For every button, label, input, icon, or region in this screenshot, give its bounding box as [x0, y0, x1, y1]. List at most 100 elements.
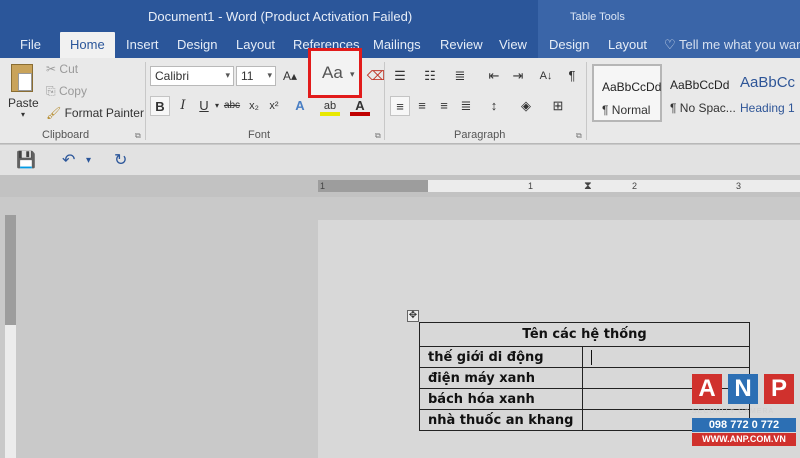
anp-letter: P: [764, 374, 794, 404]
copy-label: Copy: [58, 84, 87, 98]
highlight-button[interactable]: ab: [320, 96, 340, 116]
font-family-value: Calibri: [155, 69, 190, 83]
tab-table-design[interactable]: Design: [547, 32, 591, 58]
ribbon-tabs: File Home Insert Design Layout Reference…: [0, 32, 800, 58]
table-tools-label: Table Tools: [570, 11, 625, 23]
paintbrush-icon: 🖌: [46, 106, 62, 120]
vertical-ruler-text-area: [5, 325, 16, 458]
ruler-text-area: [428, 180, 800, 192]
superscript-button[interactable]: x²: [264, 96, 284, 116]
tab-mailings[interactable]: Mailings: [371, 32, 423, 58]
bold-button[interactable]: B: [150, 96, 170, 116]
tab-review[interactable]: Review: [438, 32, 485, 58]
ruler-tick: 3: [736, 181, 742, 191]
undo-icon[interactable]: ↶: [62, 150, 75, 170]
ribbon-home: Paste ▾ ✂ Cut ⎘ Copy 🖌 Format Painter Cl…: [0, 58, 800, 144]
scissors-icon: ✂: [46, 62, 57, 76]
style-name: Heading 1: [740, 101, 795, 115]
shading-icon[interactable]: ◈: [516, 96, 536, 116]
tab-design[interactable]: Design: [175, 32, 219, 58]
pilcrow-icon[interactable]: ¶: [562, 66, 582, 86]
format-painter-button[interactable]: 🖌 Format Painter: [46, 106, 144, 120]
paste-label: Paste: [8, 96, 39, 110]
multilevel-list-icon[interactable]: ≣: [450, 66, 470, 86]
anp-phone: 098 772 0 772: [692, 418, 796, 432]
chevron-down-icon: ▾: [225, 70, 230, 80]
tab-home[interactable]: Home: [60, 32, 115, 58]
vertical-ruler[interactable]: [5, 215, 16, 458]
title-bar: Document1 - Word (Product Activation Fai…: [0, 0, 800, 32]
format-painter-label: Format Painter: [64, 106, 144, 120]
text-effects-button[interactable]: A: [290, 96, 310, 116]
font-launcher-icon[interactable]: ⧉: [375, 131, 381, 141]
decrease-indent-icon[interactable]: ⇤: [484, 66, 504, 86]
style-no-spacing[interactable]: AaBbCcDd ¶ No Spac...: [662, 64, 736, 122]
paragraph-launcher-icon[interactable]: ⧉: [576, 131, 582, 141]
chevron-down-icon: ▾: [350, 69, 355, 79]
grow-font-icon: A▴: [282, 69, 298, 83]
table-header-cell[interactable]: Tên các hệ thống: [419, 322, 750, 347]
change-case-button[interactable]: Aa ▾: [308, 48, 362, 98]
justify-icon[interactable]: ≣: [456, 96, 476, 116]
ruler-tick: 1: [528, 181, 534, 191]
table-cell[interactable]: thế giới di động: [419, 346, 583, 368]
italic-button[interactable]: I: [173, 96, 193, 116]
indent-marker-icon[interactable]: ⧗: [584, 180, 592, 192]
anp-letter: A: [692, 374, 722, 404]
anp-website: WWW.ANP.COM.VN: [692, 433, 796, 446]
style-heading-1[interactable]: AaBbCc Heading 1: [732, 64, 800, 122]
tab-layout[interactable]: Layout: [234, 32, 277, 58]
line-spacing-icon[interactable]: ↕: [484, 96, 504, 116]
table-move-handle-icon[interactable]: ✥: [407, 310, 419, 322]
tab-insert[interactable]: Insert: [124, 32, 161, 58]
font-group-label: Font: [248, 129, 271, 141]
table-cell[interactable]: bách hóa xanh: [419, 388, 583, 410]
font-color-button[interactable]: A: [350, 96, 370, 116]
table-cell[interactable]: nhà thuốc an khang: [419, 409, 583, 431]
font-size-combo[interactable]: 11 ▾: [236, 66, 276, 86]
clipboard-launcher-icon[interactable]: ⧉: [135, 131, 141, 141]
window-title: Document1 - Word (Product Activation Fai…: [148, 9, 413, 24]
tell-me-box[interactable]: ♡ Tell me what you want: [664, 32, 800, 58]
table-cell[interactable]: điện máy xanh: [419, 367, 583, 389]
ruler-tick: 2: [632, 181, 638, 191]
borders-icon[interactable]: ⊞: [548, 96, 568, 116]
font-size-value: 11: [241, 69, 254, 83]
tab-file[interactable]: File: [18, 32, 43, 58]
align-left-icon[interactable]: ≡: [390, 96, 410, 116]
tab-view[interactable]: View: [497, 32, 529, 58]
cut-button[interactable]: ✂ Cut: [46, 62, 78, 76]
paste-button[interactable]: Paste ▾: [8, 64, 39, 120]
group-separator: [384, 62, 385, 140]
style-normal[interactable]: AaBbCcDd ¶ Normal: [592, 64, 662, 122]
chevron-down-icon: ▾: [20, 110, 25, 119]
numbering-icon[interactable]: ☷: [420, 66, 440, 86]
bullets-icon[interactable]: ☰: [390, 66, 410, 86]
text-cursor: [591, 349, 592, 365]
horizontal-ruler[interactable]: 1 1 2 3 ⧗: [318, 180, 800, 192]
table-row: Tên các hệ thống: [419, 322, 750, 347]
style-sample: AaBbCcDd: [602, 80, 662, 94]
clipboard-icon: [11, 64, 33, 92]
increase-indent-icon[interactable]: ⇥: [508, 66, 528, 86]
table-row: thế giới di động: [419, 346, 750, 368]
strikethrough-button[interactable]: abc: [222, 96, 242, 116]
chevron-down-icon[interactable]: ▾: [86, 155, 91, 166]
font-family-combo[interactable]: Calibri ▾: [150, 66, 234, 86]
anp-letter: N: [728, 374, 758, 404]
group-separator: [586, 62, 587, 140]
clear-formatting-icon[interactable]: ⌫: [366, 66, 386, 86]
save-icon[interactable]: 💾: [16, 150, 36, 170]
align-center-icon[interactable]: ≡: [412, 96, 432, 116]
redo-icon[interactable]: ↻: [114, 150, 127, 170]
clipboard-group-label: Clipboard: [42, 129, 90, 141]
copy-button[interactable]: ⎘ Copy: [46, 84, 87, 99]
style-sample: AaBbCcDd: [670, 78, 730, 92]
table-cell-empty[interactable]: [582, 346, 750, 368]
chevron-down-icon: ▾: [267, 70, 272, 80]
sort-icon[interactable]: A↓: [536, 66, 556, 86]
subscript-button[interactable]: x₂: [244, 96, 264, 116]
align-right-icon[interactable]: ≡: [434, 96, 454, 116]
grow-font-button[interactable]: A▴: [280, 66, 300, 86]
tab-table-layout[interactable]: Layout: [606, 32, 649, 58]
